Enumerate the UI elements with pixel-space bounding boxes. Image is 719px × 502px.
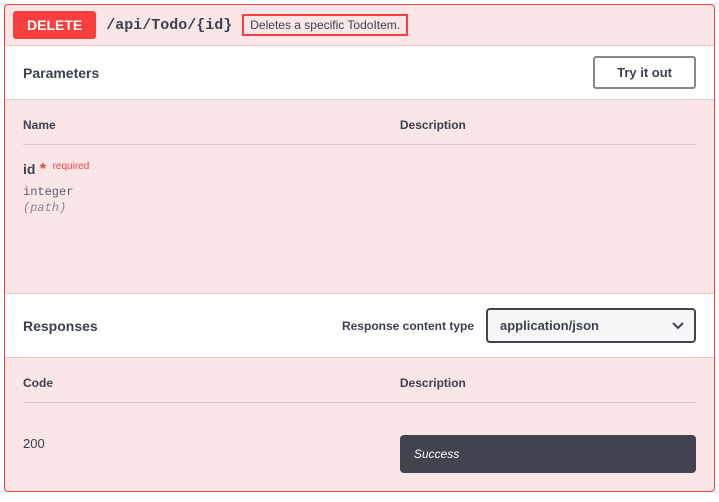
responses-body: Code Description 200 Success — [5, 358, 714, 491]
response-header-description: Description — [400, 376, 696, 403]
param-in: (path) — [23, 201, 400, 215]
response-description: Success — [400, 435, 696, 473]
content-type-label: Response content type — [342, 319, 474, 333]
response-code: 200 — [23, 436, 45, 451]
try-it-out-button[interactable]: Try it out — [593, 56, 696, 89]
param-name: id — [23, 161, 35, 177]
response-header-code: Code — [23, 376, 400, 403]
method-badge: DELETE — [13, 11, 96, 39]
parameters-title: Parameters — [23, 65, 99, 81]
operation-path: /api/Todo/{id} — [106, 17, 232, 34]
operation-summary[interactable]: DELETE /api/Todo/{id} Deletes a specific… — [5, 5, 714, 45]
content-type-select[interactable]: application/json — [486, 308, 696, 343]
parameter-row: id * required integer (path) — [23, 161, 696, 215]
responses-header: Responses Response content type applicat… — [5, 293, 714, 358]
param-type: integer — [23, 185, 400, 199]
responses-title: Responses — [23, 318, 98, 334]
required-star-icon: * — [40, 161, 46, 178]
response-row: 200 Success — [23, 435, 696, 473]
operation-summary-text: Deletes a specific TodoItem. — [242, 14, 408, 36]
delete-operation-block: DELETE /api/Todo/{id} Deletes a specific… — [4, 4, 715, 492]
param-header-name: Name — [23, 118, 400, 145]
param-header-description: Description — [400, 118, 696, 145]
required-label: required — [51, 161, 90, 172]
parameters-header: Parameters Try it out — [5, 45, 714, 100]
parameters-body: Name Description id * required integer (… — [5, 100, 714, 293]
